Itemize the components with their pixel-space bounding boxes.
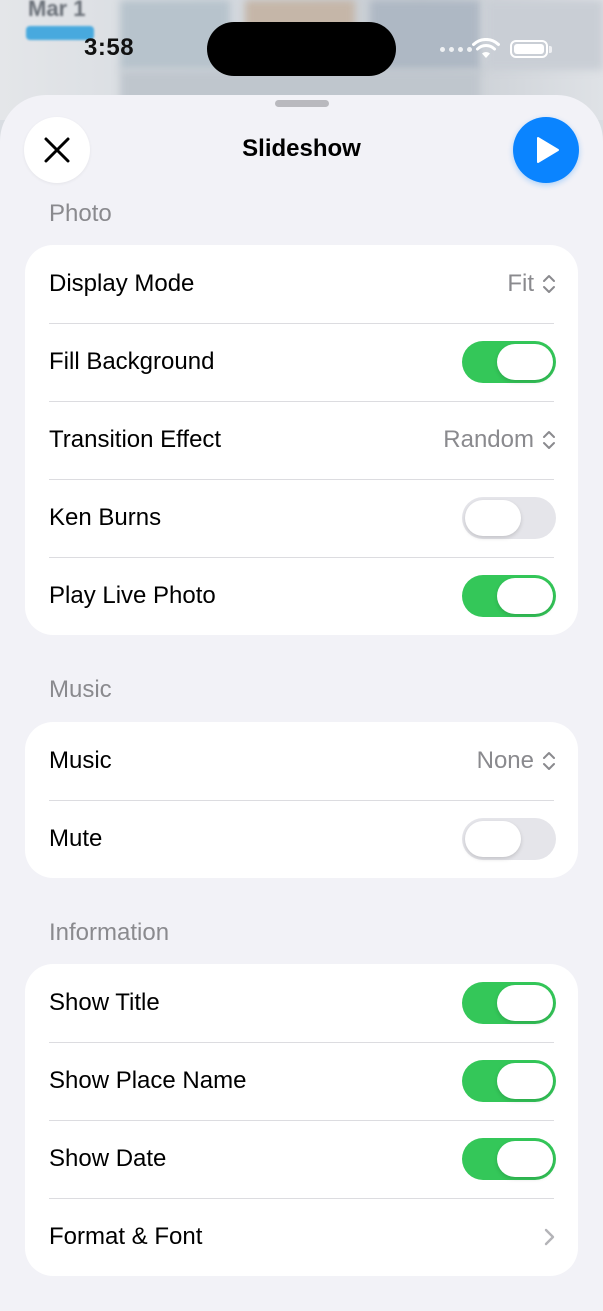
show-title-row: Show Title: [25, 964, 578, 1042]
ken-burns-toggle[interactable]: [462, 497, 556, 539]
display-mode-value: Fit: [507, 270, 534, 297]
mute-label: Mute: [49, 825, 103, 852]
transition-effect-picker[interactable]: Random: [443, 426, 556, 454]
show-title-toggle[interactable]: [462, 982, 556, 1024]
photo-settings-group: Display Mode Fit Fill Background Transit…: [25, 245, 578, 635]
chevron-up-down-icon: [543, 752, 555, 770]
show-date-label: Show Date: [49, 1145, 167, 1172]
status-bar: 3:58: [0, 0, 603, 96]
fill-background-toggle[interactable]: [462, 341, 556, 383]
play-button[interactable]: [513, 117, 579, 183]
ken-burns-label: Ken Burns: [49, 504, 162, 531]
music-value: None: [476, 747, 534, 774]
display-mode-row[interactable]: Display Mode Fit: [25, 245, 578, 323]
format-font-row[interactable]: Format & Font: [25, 1198, 578, 1276]
sheet-grabber[interactable]: [275, 100, 329, 107]
transition-effect-row[interactable]: Transition Effect Random: [25, 401, 578, 479]
ken-burns-row: Ken Burns: [25, 479, 578, 557]
section-header-music: Music: [49, 676, 112, 703]
music-row[interactable]: Music None: [25, 722, 578, 800]
music-label: Music: [49, 747, 112, 774]
chevron-up-down-icon: [543, 431, 555, 449]
chevron-up-down-icon: [543, 275, 555, 293]
show-date-toggle[interactable]: [462, 1138, 556, 1180]
information-settings-group: Show Title Show Place Name Show Date For…: [25, 964, 578, 1276]
cellular-signal-icon: [440, 47, 472, 52]
show-place-name-label: Show Place Name: [49, 1067, 247, 1094]
play-live-photo-row: Play Live Photo: [25, 557, 578, 635]
display-mode-picker[interactable]: Fit: [507, 270, 556, 298]
play-icon: [537, 137, 559, 163]
transition-effect-value: Random: [443, 426, 534, 453]
transition-effect-label: Transition Effect: [49, 426, 222, 453]
show-title-label: Show Title: [49, 989, 160, 1016]
section-header-information: Information: [49, 919, 170, 946]
wifi-icon: [472, 38, 500, 58]
battery-icon: [510, 40, 548, 58]
section-header-photo: Photo: [49, 200, 112, 227]
play-live-photo-label: Play Live Photo: [49, 582, 216, 609]
slideshow-sheet: Slideshow Photo Display Mode Fit Fill Ba…: [0, 95, 603, 1311]
mute-row: Mute: [25, 800, 578, 878]
show-place-name-toggle[interactable]: [462, 1060, 556, 1102]
show-date-row: Show Date: [25, 1120, 578, 1198]
play-live-photo-toggle[interactable]: [462, 575, 556, 617]
chevron-right-icon: [544, 1228, 555, 1246]
show-place-name-row: Show Place Name: [25, 1042, 578, 1120]
music-settings-group: Music None Mute: [25, 722, 578, 878]
fill-background-label: Fill Background: [49, 348, 215, 375]
format-font-label: Format & Font: [49, 1223, 203, 1250]
status-time: 3:58: [84, 34, 135, 61]
mute-toggle[interactable]: [462, 818, 556, 860]
display-mode-label: Display Mode: [49, 270, 195, 297]
dynamic-island: [207, 22, 396, 76]
fill-background-row: Fill Background: [25, 323, 578, 401]
music-picker[interactable]: None: [477, 747, 556, 775]
